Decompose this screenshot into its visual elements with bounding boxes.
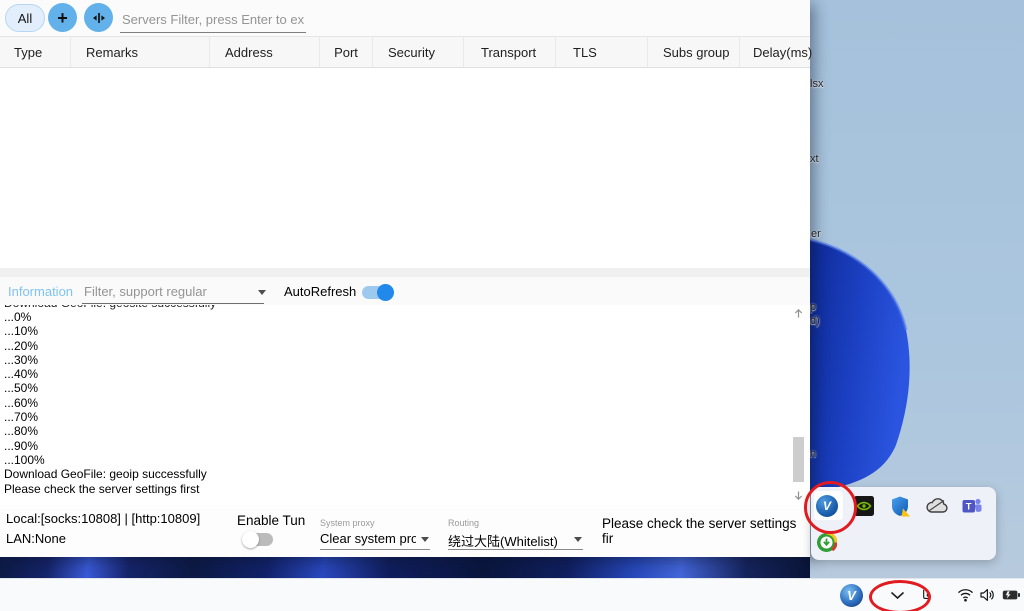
- column-header[interactable]: Remarks: [71, 37, 210, 67]
- desktop-icon-label[interactable]: n: [810, 448, 816, 460]
- teams-tray-icon[interactable]: T: [961, 495, 983, 517]
- cloud-tray-icon[interactable]: [925, 497, 947, 519]
- battery-icon[interactable]: [1002, 589, 1021, 601]
- underline: [320, 549, 430, 550]
- v2rayn-taskbar-icon[interactable]: V: [840, 584, 863, 607]
- log-line: ...80%: [0, 424, 784, 438]
- toggle-knob: [377, 284, 394, 301]
- subscription-group-all-button[interactable]: All: [5, 4, 45, 32]
- column-header[interactable]: Port: [320, 37, 373, 67]
- servers-filter-input[interactable]: [120, 6, 306, 33]
- column-header[interactable]: TLS: [556, 37, 648, 67]
- language-indicator[interactable]: فا: [922, 588, 931, 602]
- tab-information[interactable]: Information: [8, 284, 73, 299]
- system-proxy-label: System proxy: [320, 518, 375, 528]
- server-table-header: TypeRemarksAddressPortSecurityTransportT…: [0, 36, 810, 68]
- log-line: ...20%: [0, 339, 784, 353]
- desktop-icon-label[interactable]: d): [810, 315, 820, 327]
- desktop-icon-label[interactable]: p: [810, 301, 816, 313]
- v2rayn-main-window: All + TypeRemarksAddressPortSecurityTran…: [0, 0, 810, 557]
- desktop-icon-label[interactable]: lsx: [810, 78, 823, 90]
- column-header[interactable]: Type: [0, 37, 71, 67]
- routing-select[interactable]: 绕过大陆(Whitelist): [448, 531, 568, 550]
- enable-tun-toggle[interactable]: [243, 533, 273, 546]
- column-header[interactable]: Security: [373, 37, 464, 67]
- add-server-button[interactable]: +: [48, 3, 77, 32]
- log-line: ...30%: [0, 353, 784, 367]
- nvidia-tray-icon[interactable]: [853, 495, 875, 517]
- wallpaper-bottom-band: [0, 556, 810, 578]
- log-line: ...90%: [0, 439, 784, 453]
- log-output[interactable]: Download GeoFile: geosite successfully .…: [0, 305, 784, 505]
- windows-security-tray-icon[interactable]: [889, 495, 911, 517]
- tray-overflow-flyout: V T: [811, 487, 996, 560]
- wifi-icon[interactable]: [957, 588, 974, 602]
- column-header[interactable]: Address: [210, 37, 320, 67]
- column-header[interactable]: Subs group: [648, 37, 740, 67]
- log-line: ...50%: [0, 381, 784, 395]
- log-line: ...70%: [0, 410, 784, 424]
- enable-tun-label: Enable Tun: [237, 513, 305, 528]
- scroll-up-icon[interactable]: [793, 308, 804, 319]
- local-listen-info: Local:[socks:10808] | [http:10809]: [6, 511, 200, 526]
- status-bar: Local:[socks:10808] | [http:10809] LAN:N…: [0, 505, 810, 557]
- panel-splitter[interactable]: [0, 268, 810, 277]
- autorefresh-toggle[interactable]: [362, 286, 392, 299]
- log-scrollbar[interactable]: [791, 305, 806, 505]
- log-line: ...0%: [0, 310, 784, 324]
- routing-label: Routing: [448, 518, 479, 528]
- chevron-down-icon[interactable]: [574, 537, 582, 542]
- log-line: ...60%: [0, 396, 784, 410]
- underline: [448, 549, 583, 550]
- log-line: ...10%: [0, 324, 784, 338]
- server-table-body[interactable]: [0, 68, 810, 268]
- log-line: ...100%: [0, 453, 784, 467]
- autorefresh-label: AutoRefresh: [284, 284, 356, 299]
- v2rayn-logo-letter: V: [847, 588, 856, 603]
- log-line: Please check the server settings first: [0, 482, 784, 496]
- v2rayn-logo-letter: V: [823, 499, 831, 513]
- split-arrows-icon: [92, 12, 106, 24]
- volume-icon[interactable]: [980, 588, 995, 602]
- scroll-down-icon[interactable]: [793, 490, 804, 501]
- log-line: Download GeoFile: geoip successfully: [0, 467, 784, 481]
- log-filter-input[interactable]: [82, 279, 264, 304]
- desktop-icon-label[interactable]: xt: [810, 153, 819, 165]
- hidden-icons-chevron[interactable]: [890, 591, 905, 600]
- svg-text:T: T: [966, 501, 972, 512]
- log-panel-header: Information AutoRefresh: [0, 277, 810, 305]
- taskbar: [0, 578, 1024, 611]
- log-line: ...40%: [0, 367, 784, 381]
- v2rayn-tray-icon[interactable]: V: [816, 495, 838, 517]
- idm-tray-icon[interactable]: [816, 532, 838, 554]
- column-header[interactable]: Transport: [464, 37, 556, 67]
- server-toolbar: All +: [0, 0, 810, 36]
- screen: lsx xt er p d) n All + TypeRemarksAddres…: [0, 0, 1024, 611]
- scrollbar-thumb[interactable]: [793, 437, 804, 482]
- status-message: Please check the server settings fir: [602, 516, 810, 546]
- split-view-button[interactable]: [84, 3, 113, 32]
- system-proxy-select[interactable]: Clear system prox: [320, 531, 416, 546]
- column-header[interactable]: Delay(ms): [740, 37, 810, 67]
- chevron-down-icon[interactable]: [258, 290, 266, 295]
- desktop-icon-label[interactable]: er: [811, 228, 821, 240]
- lan-info: LAN:None: [6, 531, 66, 546]
- toggle-knob: [242, 531, 259, 548]
- chevron-down-icon[interactable]: [421, 537, 429, 542]
